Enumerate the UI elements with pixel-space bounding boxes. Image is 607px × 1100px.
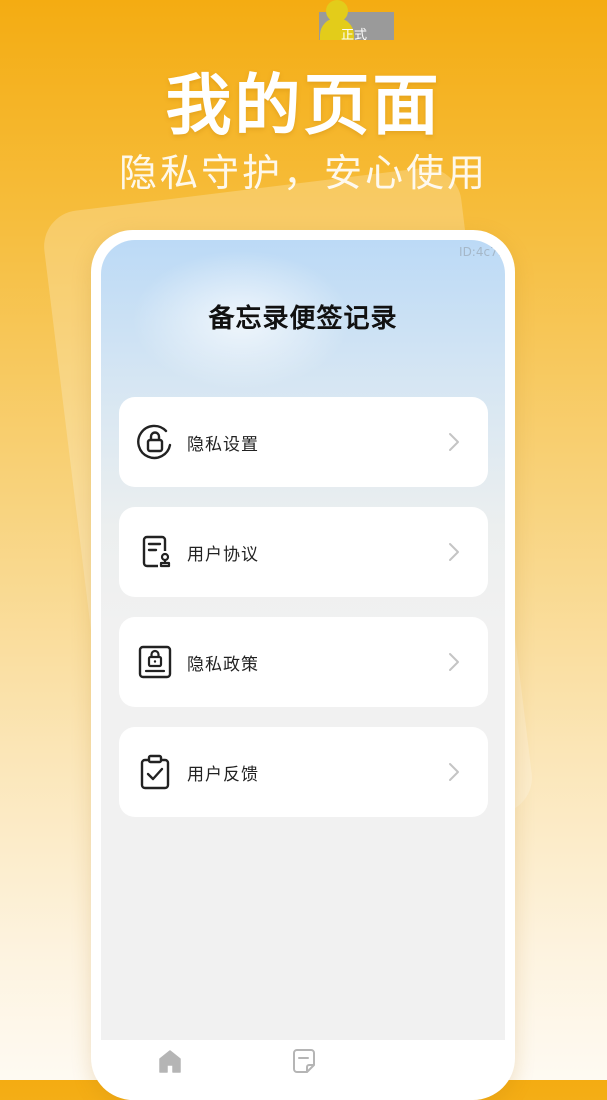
page-title: 备忘录便签记录 — [208, 304, 398, 334]
document-stamp-icon — [135, 532, 175, 572]
menu-item-label: 用户协议 — [187, 544, 259, 565]
bottom-tab-bar — [101, 1040, 505, 1080]
menu-item-user-feedback[interactable]: 用户反馈 — [119, 727, 488, 817]
settings-menu: 隐私设置 用户协议 隐私政策 用户反馈 — [119, 397, 488, 837]
chevron-right-icon — [449, 543, 459, 561]
menu-item-privacy-settings[interactable]: 隐私设置 — [119, 397, 488, 487]
tab-mine-badge: 正式 — [341, 28, 368, 43]
menu-item-user-agreement[interactable]: 用户协议 — [119, 507, 488, 597]
lock-circle-icon — [135, 422, 175, 462]
menu-item-label: 隐私政策 — [187, 654, 259, 675]
phone-screen: ID:4c795 备忘录便签记录 隐私设置 — [101, 240, 505, 1040]
chevron-right-icon — [449, 433, 459, 451]
menu-item-label: 隐私设置 — [187, 434, 259, 455]
menu-item-privacy-policy[interactable]: 隐私政策 — [119, 617, 488, 707]
menu-item-label: 用户反馈 — [187, 764, 259, 785]
lock-document-icon — [135, 642, 175, 682]
avatar — [326, 0, 348, 22]
clipboard-check-icon — [135, 752, 175, 792]
note-icon[interactable] — [289, 1046, 319, 1076]
chevron-right-icon — [449, 653, 459, 671]
home-icon[interactable] — [155, 1046, 185, 1076]
id-label: ID:4c795 — [459, 245, 505, 259]
hero-title: 我的页面 — [165, 67, 442, 144]
chevron-right-icon — [449, 763, 459, 781]
